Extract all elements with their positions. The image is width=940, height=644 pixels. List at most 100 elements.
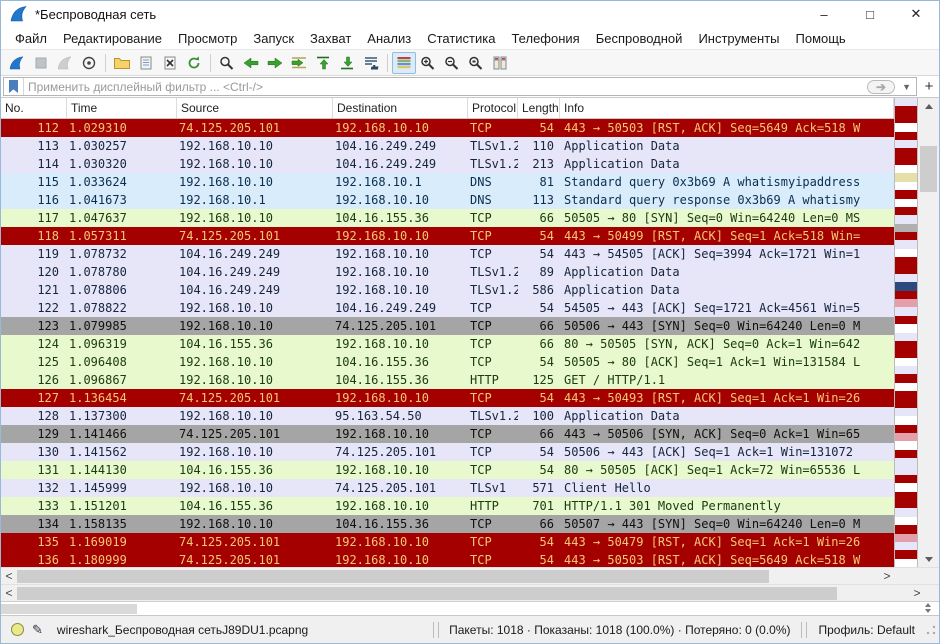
go-forward-icon[interactable]: [263, 52, 287, 74]
packet-row-113[interactable]: 1131.030257192.168.10.10104.16.249.249TL…: [1, 137, 894, 155]
cell-len: 54: [518, 227, 560, 245]
horizontal-scrollbar-thumb-1[interactable]: [17, 570, 769, 583]
packet-row-112[interactable]: 1121.02931074.125.205.101192.168.10.10TC…: [1, 119, 894, 137]
menu-item-7[interactable]: Телефония: [503, 29, 587, 48]
close-file-icon[interactable]: [158, 52, 182, 74]
vertical-scrollbar[interactable]: [918, 98, 939, 567]
packet-row-130[interactable]: 1301.141562192.168.10.1074.125.205.101TC…: [1, 443, 894, 461]
packet-row-131[interactable]: 1311.144130104.16.155.36192.168.10.10TCP…: [1, 461, 894, 479]
cell-proto: TLSv1.2: [468, 407, 518, 425]
scroll-right-arrow-icon[interactable]: >: [909, 585, 925, 601]
auto-scroll-icon[interactable]: [359, 52, 383, 74]
scroll-right-arrow-icon[interactable]: >: [879, 568, 895, 584]
restart-capture-icon[interactable]: [53, 52, 77, 74]
cell-proto: TLSv1.2: [468, 137, 518, 155]
colorize-icon[interactable]: [392, 52, 416, 74]
add-filter-button[interactable]: +: [919, 76, 939, 97]
minimap-stripe: [895, 148, 917, 156]
column-header-length[interactable]: Length: [518, 98, 560, 118]
resize-grip[interactable]: [925, 624, 937, 636]
apply-filter-button[interactable]: ➔: [867, 80, 895, 94]
packet-row-129[interactable]: 1291.14146674.125.205.101192.168.10.10TC…: [1, 425, 894, 443]
filter-dropdown-caret[interactable]: ▼: [897, 82, 916, 92]
column-header-protocol[interactable]: Protocol: [468, 98, 518, 118]
packet-row-119[interactable]: 1191.078732104.16.249.249192.168.10.10TC…: [1, 245, 894, 263]
reload-file-icon[interactable]: [182, 52, 206, 74]
packet-row-124[interactable]: 1241.096319104.16.155.36192.168.10.10TCP…: [1, 335, 894, 353]
column-header-source[interactable]: Source: [177, 98, 333, 118]
cell-time: 1.078822: [67, 299, 177, 317]
scroll-up-arrow-icon[interactable]: [918, 98, 939, 114]
packet-row-114[interactable]: 1141.030320192.168.10.10104.16.249.249TL…: [1, 155, 894, 173]
open-file-icon[interactable]: [110, 52, 134, 74]
display-filter-input[interactable]: [24, 80, 867, 94]
start-capture-icon[interactable]: [5, 52, 29, 74]
scroll-down-arrow-icon[interactable]: [918, 551, 939, 567]
minimap-stripe: [895, 98, 917, 106]
cell-len: 586: [518, 281, 560, 299]
zoom-out-icon[interactable]: [440, 52, 464, 74]
menu-item-8[interactable]: Беспроводной: [588, 29, 691, 48]
menu-item-10[interactable]: Помощь: [788, 29, 854, 48]
expert-info-icon[interactable]: [11, 623, 24, 636]
go-back-icon[interactable]: [239, 52, 263, 74]
menu-item-2[interactable]: Просмотр: [170, 29, 245, 48]
cell-src: 192.168.10.10: [177, 209, 333, 227]
cell-src: 192.168.10.10: [177, 353, 333, 371]
packet-row-126[interactable]: 1261.096867192.168.10.10104.16.155.36HTT…: [1, 371, 894, 389]
horizontal-scrollbar-2[interactable]: < >: [1, 584, 939, 601]
packet-row-123[interactable]: 1231.079985192.168.10.1074.125.205.101TC…: [1, 317, 894, 335]
zoom-original-icon[interactable]: [464, 52, 488, 74]
packet-row-125[interactable]: 1251.096408192.168.10.10104.16.155.36TCP…: [1, 353, 894, 371]
capture-comment-icon[interactable]: ✎: [32, 622, 43, 638]
packet-row-133[interactable]: 1331.151201104.16.155.36192.168.10.10HTT…: [1, 497, 894, 515]
go-last-icon[interactable]: [335, 52, 359, 74]
menu-item-3[interactable]: Запуск: [245, 29, 302, 48]
menu-item-6[interactable]: Статистика: [419, 29, 503, 48]
menu-item-1[interactable]: Редактирование: [55, 29, 170, 48]
menu-item-0[interactable]: Файл: [7, 29, 55, 48]
horizontal-scrollbar-thumb-2[interactable]: [17, 587, 837, 600]
scroll-left-arrow-icon[interactable]: <: [1, 585, 17, 601]
minimize-button[interactable]: –: [801, 1, 847, 27]
close-button[interactable]: ✕: [893, 1, 939, 27]
filter-bookmark-button[interactable]: [4, 78, 24, 95]
horizontal-scrollbar-1[interactable]: < >: [1, 567, 939, 584]
packet-row-117[interactable]: 1171.047637192.168.10.10104.16.155.36TCP…: [1, 209, 894, 227]
packet-row-118[interactable]: 1181.05731174.125.205.101192.168.10.10TC…: [1, 227, 894, 245]
stop-capture-icon[interactable]: [29, 52, 53, 74]
packet-row-127[interactable]: 1271.13645474.125.205.101192.168.10.10TC…: [1, 389, 894, 407]
maximize-button[interactable]: □: [847, 1, 893, 27]
resize-columns-icon[interactable]: [488, 52, 512, 74]
cell-dst: 104.16.249.249: [333, 137, 468, 155]
menu-item-4[interactable]: Захват: [302, 29, 359, 48]
column-header-no[interactable]: No.: [1, 98, 67, 118]
packet-row-135[interactable]: 1351.16901974.125.205.101192.168.10.10TC…: [1, 533, 894, 551]
menu-item-5[interactable]: Анализ: [359, 29, 419, 48]
packet-row-122[interactable]: 1221.078822192.168.10.10104.16.249.249TC…: [1, 299, 894, 317]
profile-selector[interactable]: Профиль: Default: [809, 623, 926, 637]
column-header-destination[interactable]: Destination: [333, 98, 468, 118]
intelligent-scrollbar-minimap[interactable]: [894, 98, 918, 567]
packet-row-116[interactable]: 1161.041673192.168.10.1192.168.10.10DNS1…: [1, 191, 894, 209]
packet-row-132[interactable]: 1321.145999192.168.10.1074.125.205.101TL…: [1, 479, 894, 497]
display-filter-field[interactable]: ➔ ▼: [3, 77, 917, 96]
pane-spinner-icon[interactable]: [925, 603, 931, 613]
column-header-time[interactable]: Time: [67, 98, 177, 118]
packet-row-121[interactable]: 1211.078806104.16.249.249192.168.10.10TL…: [1, 281, 894, 299]
scroll-left-arrow-icon[interactable]: <: [1, 568, 17, 584]
find-packet-icon[interactable]: [215, 52, 239, 74]
packet-row-128[interactable]: 1281.137300192.168.10.1095.163.54.50TLSv…: [1, 407, 894, 425]
menu-item-9[interactable]: Инструменты: [690, 29, 787, 48]
vertical-scrollbar-thumb[interactable]: [920, 146, 937, 192]
packet-row-136[interactable]: 1361.18099974.125.205.101192.168.10.10TC…: [1, 551, 894, 567]
go-to-packet-icon[interactable]: [287, 52, 311, 74]
save-file-icon[interactable]: [134, 52, 158, 74]
capture-options-icon[interactable]: [77, 52, 101, 74]
packet-row-115[interactable]: 1151.033624192.168.10.10192.168.10.1DNS8…: [1, 173, 894, 191]
go-first-icon[interactable]: [311, 52, 335, 74]
packet-row-120[interactable]: 1201.078780104.16.249.249192.168.10.10TL…: [1, 263, 894, 281]
packet-row-134[interactable]: 1341.158135192.168.10.10104.16.155.36TCP…: [1, 515, 894, 533]
column-header-info[interactable]: Info: [560, 98, 894, 118]
zoom-in-icon[interactable]: [416, 52, 440, 74]
